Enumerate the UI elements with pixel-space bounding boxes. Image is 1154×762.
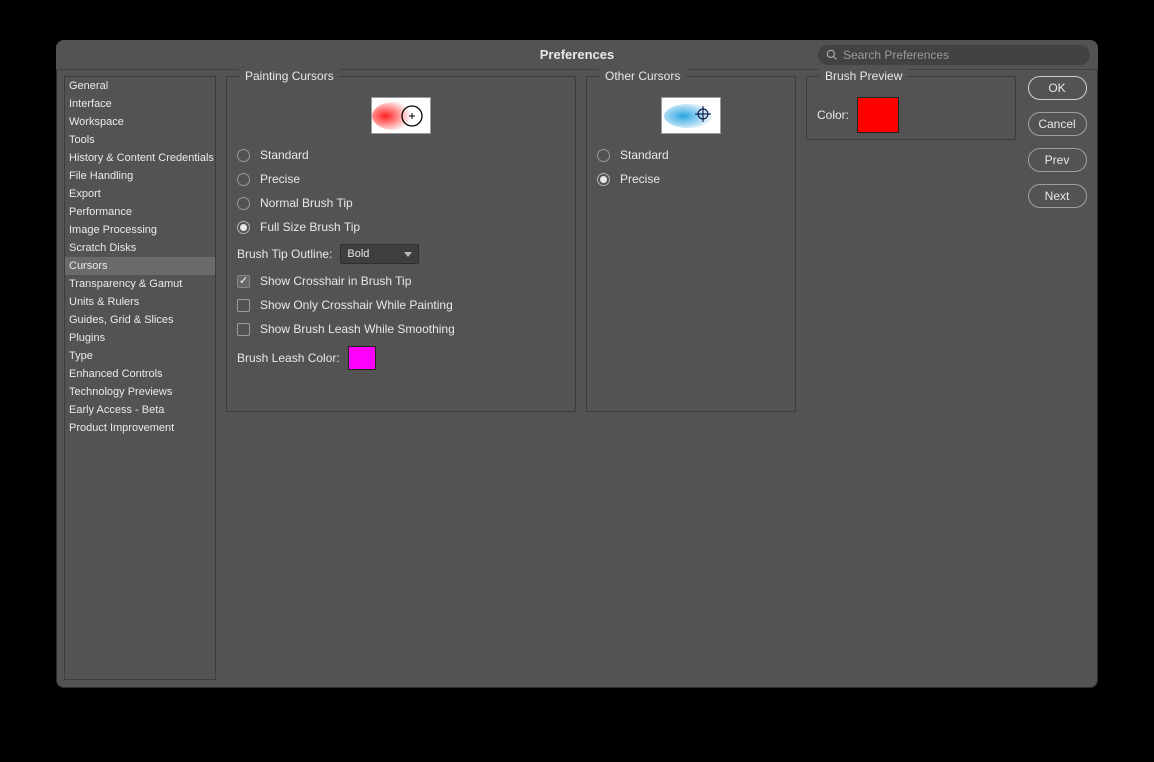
sidebar-item[interactable]: Tools bbox=[65, 131, 215, 149]
brush-tip-outline-value: Bold bbox=[347, 248, 369, 260]
show-leash-label: Show Brush Leash While Smoothing bbox=[260, 322, 455, 336]
show-crosshair-label: Show Crosshair in Brush Tip bbox=[260, 274, 411, 288]
sidebar-item[interactable]: Export bbox=[65, 185, 215, 203]
other-cursors-panel: Other Cursors bbox=[586, 76, 796, 412]
other-cursor-option[interactable]: Precise bbox=[597, 172, 785, 186]
other-cursor-radio[interactable] bbox=[597, 173, 610, 186]
painting-cursor-option-label: Standard bbox=[260, 148, 309, 162]
other-cursors-legend: Other Cursors bbox=[599, 69, 686, 83]
brush-preview-color-label: Color: bbox=[817, 108, 849, 122]
painting-cursors-panel: Painting Cursors bbox=[226, 76, 576, 412]
show-leash-checkbox[interactable] bbox=[237, 323, 250, 336]
brush-leash-color-row: Brush Leash Color: bbox=[237, 346, 565, 370]
sidebar: GeneralInterfaceWorkspaceToolsHistory & … bbox=[64, 76, 216, 680]
sidebar-item[interactable]: General bbox=[65, 77, 215, 95]
show-crosshair-row[interactable]: Show Crosshair in Brush Tip bbox=[237, 274, 565, 288]
painting-cursor-option[interactable]: Precise bbox=[237, 172, 565, 186]
sidebar-item[interactable]: Image Processing bbox=[65, 221, 215, 239]
dialog-buttons: OK Cancel Prev Next bbox=[1026, 76, 1088, 208]
sidebar-item[interactable]: History & Content Credentials bbox=[65, 149, 215, 167]
sidebar-item[interactable]: Interface bbox=[65, 95, 215, 113]
search-icon bbox=[826, 49, 838, 61]
show-only-crosshair-label: Show Only Crosshair While Painting bbox=[260, 298, 453, 312]
painting-cursor-preview bbox=[371, 97, 431, 134]
search-input[interactable] bbox=[843, 48, 1082, 62]
painting-cursor-option-label: Normal Brush Tip bbox=[260, 196, 353, 210]
other-cursor-preview bbox=[661, 97, 721, 134]
show-leash-row[interactable]: Show Brush Leash While Smoothing bbox=[237, 322, 565, 336]
brush-leash-color-swatch[interactable] bbox=[348, 346, 376, 370]
painting-cursors-legend: Painting Cursors bbox=[239, 69, 340, 83]
painting-cursor-option[interactable]: Normal Brush Tip bbox=[237, 196, 565, 210]
cancel-button[interactable]: Cancel bbox=[1028, 112, 1087, 136]
titlebar: Preferences bbox=[56, 40, 1098, 70]
next-button[interactable]: Next bbox=[1028, 184, 1087, 208]
other-cursor-option[interactable]: Standard bbox=[597, 148, 785, 162]
brush-preview-color-row: Color: bbox=[817, 97, 1005, 133]
brush-leash-color-label: Brush Leash Color: bbox=[237, 351, 340, 365]
sidebar-item[interactable]: Cursors bbox=[65, 257, 215, 275]
show-only-crosshair-checkbox[interactable] bbox=[237, 299, 250, 312]
painting-cursor-radio[interactable] bbox=[237, 173, 250, 186]
painting-cursor-option-label: Full Size Brush Tip bbox=[260, 220, 360, 234]
brush-preview-panel: Brush Preview Color: bbox=[806, 76, 1016, 140]
sidebar-item[interactable]: Guides, Grid & Slices bbox=[65, 311, 215, 329]
preferences-dialog: Preferences GeneralInterfaceWorkspaceToo… bbox=[56, 40, 1098, 688]
sidebar-item[interactable]: Units & Rulers bbox=[65, 293, 215, 311]
painting-cursor-radio[interactable] bbox=[237, 149, 250, 162]
sidebar-item[interactable]: Type bbox=[65, 347, 215, 365]
painting-cursor-option[interactable]: Standard bbox=[237, 148, 565, 162]
painting-cursor-radio[interactable] bbox=[237, 197, 250, 210]
sidebar-item[interactable]: Technology Previews bbox=[65, 383, 215, 401]
sidebar-item[interactable]: Workspace bbox=[65, 113, 215, 131]
brush-tip-outline-label: Brush Tip Outline: bbox=[237, 247, 332, 261]
sidebar-item[interactable]: Enhanced Controls bbox=[65, 365, 215, 383]
painting-cursor-option[interactable]: Full Size Brush Tip bbox=[237, 220, 565, 234]
sidebar-item[interactable]: Early Access - Beta bbox=[65, 401, 215, 419]
other-cursor-radio[interactable] bbox=[597, 149, 610, 162]
painting-cursor-option-label: Precise bbox=[260, 172, 300, 186]
show-only-crosshair-row[interactable]: Show Only Crosshair While Painting bbox=[237, 298, 565, 312]
prev-button[interactable]: Prev bbox=[1028, 148, 1087, 172]
brush-preview-legend: Brush Preview bbox=[819, 69, 908, 83]
content-area: Painting Cursors bbox=[226, 76, 1088, 680]
sidebar-item[interactable]: File Handling bbox=[65, 167, 215, 185]
show-crosshair-checkbox[interactable] bbox=[237, 275, 250, 288]
sidebar-item[interactable]: Product Improvement bbox=[65, 419, 215, 437]
brush-tip-outline-row: Brush Tip Outline: Bold bbox=[237, 244, 565, 264]
sidebar-item[interactable]: Performance bbox=[65, 203, 215, 221]
search-field[interactable] bbox=[818, 45, 1090, 65]
sidebar-item[interactable]: Plugins bbox=[65, 329, 215, 347]
painting-cursor-radio[interactable] bbox=[237, 221, 250, 234]
ok-button[interactable]: OK bbox=[1028, 76, 1087, 100]
dialog-body: GeneralInterfaceWorkspaceToolsHistory & … bbox=[56, 70, 1098, 688]
sidebar-item[interactable]: Scratch Disks bbox=[65, 239, 215, 257]
other-cursor-option-label: Standard bbox=[620, 148, 669, 162]
brush-preview-color-swatch[interactable] bbox=[857, 97, 899, 133]
other-cursor-option-label: Precise bbox=[620, 172, 660, 186]
sidebar-item[interactable]: Transparency & Gamut bbox=[65, 275, 215, 293]
brush-tip-outline-select[interactable]: Bold bbox=[340, 244, 419, 264]
